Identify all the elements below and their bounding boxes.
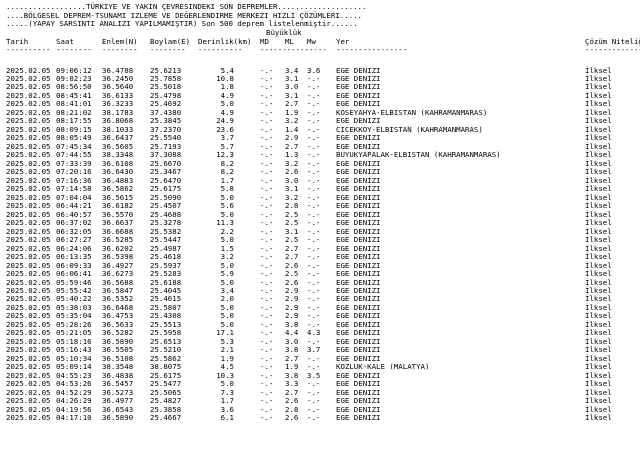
table-row: 2025.02.05 04:19:56 36.6543 25.3858 3.6 -.- 2.… — [0, 405, 640, 415]
table-row: 2025.02.05 06:06:41 36.6273 25.5283 5.9 -.- 2.… — [0, 270, 640, 279]
table-row: 2025.02.05 06:09:33 36.4927 25.5937 5.0 -.- 2.… — [0, 261, 640, 271]
table-row: 2025.02.05 07:33:39 36.6108 25.6670 8.2 -.- 3.… — [0, 159, 640, 169]
table-row: 2025.02.05 04:53:26 36.5457 25.5477 5.0 -.- 3.… — [0, 380, 640, 389]
header-rule-segment: --------------- — [260, 45, 327, 54]
table-row: 2025.02.05 08:09:15 38.1033 37.2370 23.6 -.- 1… — [0, 125, 640, 135]
header-rule-segment: --------------- — [585, 45, 640, 54]
header-rule-segment: ---------------- — [336, 45, 408, 54]
table-row: 2025.02.05 07:16:36 36.4883 25.6470 1.7 -.- 3.… — [0, 176, 640, 186]
table-row: 2025.02.05 04:26:29 36.4977 25.4827 1.7 -.- 2.… — [0, 397, 640, 406]
table-row: 2025.02.05 05:38:03 36.6468 25.5807 5.0 -.- 2.… — [0, 303, 640, 313]
table-row: 2025.02.05 06:32:05 36.6688 25.5382 2.2 -.- 3.… — [0, 227, 640, 237]
magnitude-group-label: Büyüklük — [266, 28, 302, 37]
table-row: 2025.02.05 05:35:04 36.4753 25.4308 5.0 -.- 2.… — [0, 312, 640, 321]
cell-lon: 25.4667 — [150, 413, 182, 423]
table-row: 2025.02.05 09:02:23 36.2450 25.7858 10.8 -.- 3… — [0, 74, 640, 84]
table-row: 2025.02.05 06:27:27 36.5285 25.5447 5.0 -.- 2.… — [0, 236, 640, 245]
cell-ml: 2.6 — [285, 413, 299, 423]
table-row: 2025.02.05 08:05:49 36.6437 25.5540 3.7 -.- 2.… — [0, 134, 640, 143]
header-rule-segment: -------- — [102, 45, 138, 54]
cell-md: -.- — [260, 413, 274, 423]
cell-mw: -.- — [307, 413, 321, 423]
table-row: 2025.02.05 05:59:46 36.5688 25.6188 5.0 -.- 2.… — [0, 278, 640, 288]
table-row: 2025.02.05 09:06:12 36.4788 25.6213 5.4 -.- 3.… — [0, 66, 640, 76]
cell-date: 2025.02.05 — [6, 413, 51, 423]
table-row: 2025.02.05 05:16:43 36.5505 25.5210 2.1 -.- 3.… — [0, 346, 640, 355]
table-row: 2025.02.05 05:28:26 36.5633 25.5513 5.0 -.- 3.… — [0, 320, 640, 330]
table-row: 2025.02.05 06:13:35 36.5398 25.4618 3.2 -.- 2.… — [0, 253, 640, 262]
table-row: 2025.02.05 07:14:58 36.5862 25.6175 5.8 -.- 3.… — [0, 185, 640, 194]
cell-time: 04:17:10 — [56, 413, 92, 423]
earthquake-list-page: ..................TÜRKIYE VE YAKIN ÇEVRE… — [0, 0, 640, 475]
table-row: 2025.02.05 05:09:14 38.3548 38.8075 4.5 -.- 1.… — [0, 363, 640, 372]
table-row: 2025.02.05 08:56:50 36.5640 25.5018 1.8 -.- 3.… — [0, 83, 640, 92]
header-rule-segment: ---------- — [6, 45, 51, 54]
table-row: 2025.02.05 07:45:34 36.5605 25.7193 5.7 -.- 2.… — [0, 142, 640, 152]
table-row: 2025.02.05 06:44:21 36.6182 25.4507 5.6 -.- 2.… — [0, 202, 640, 211]
table-row: 2025.02.05 05:55:42 36.5847 25.4045 3.4 -.- 2.… — [0, 286, 640, 296]
table-row: 2025.02.05 08:21:02 38.1783 37.4380 4.9 -.- 1.… — [0, 108, 640, 118]
table-row: 2025.02.05 04:17:10 36.5890 25.4667 6.1 -.- 2.… — [0, 414, 640, 423]
table-row: 2025.02.05 04:52:29 36.5273 25.5065 7.3 -.- 2.… — [0, 388, 640, 398]
table-row: 2025.02.05 05:21:05 36.5282 25.5958 17.1 -.- 4… — [0, 329, 640, 338]
cell-lat: 36.5890 — [102, 413, 134, 423]
title-line-3: .....(YAPAY SARSINTI ANALIZI YAPILMAMIŞT… — [6, 19, 358, 28]
table-row: 2025.02.05 07:04:04 36.5615 25.5090 5.0 -.- 3.… — [0, 193, 640, 203]
cell-place: EGE DENIZI — [336, 413, 381, 423]
table-row: 2025.02.05 05:18:16 36.5890 25.6513 5.3 -.- 3.… — [0, 337, 640, 347]
table-row: 2025.02.05 05:40:22 36.5352 25.4615 2.0 -.- 2.… — [0, 295, 640, 304]
cell-quality: İlksel — [585, 413, 612, 423]
header-rule-segment: -------- — [150, 45, 186, 54]
table-row: 2025.02.05 07:44:55 38.3348 37.3088 12.3 -.- 1… — [0, 151, 640, 160]
table-row: 2025.02.05 05:10:34 36.5108 25.5862 1.9 -.- 2.… — [0, 354, 640, 364]
table-row: 2025.02.05 08:45:41 36.6133 25.4798 4.9 -.- 3.… — [0, 91, 640, 101]
table-row: 2025.02.05 08:17:55 36.8068 25.3845 24.9 -.- 3… — [0, 117, 640, 126]
table-row: 2025.02.05 04:55:23 36.4838 25.6175 10.3 -.- 3… — [0, 371, 640, 381]
table-row: 2025.02.05 06:40:57 36.5570 25.4688 5.0 -.- 2.… — [0, 210, 640, 220]
cell-depth: 6.1 — [220, 413, 234, 423]
header-rule-segment: -------- — [56, 45, 92, 54]
header-rule-segment: ---------- — [198, 45, 243, 54]
table-row: 2025.02.05 07:20:16 36.6430 25.3467 8.2 -.- 2.… — [0, 168, 640, 177]
table-row: 2025.02.05 06:24:06 36.6202 25.4987 1.5 -.- 2.… — [0, 244, 640, 254]
header-rule-row: ---------- -------- -------- -------- --… — [0, 45, 640, 55]
table-row: 2025.02.05 08:41:01 36.3233 25.4692 5.0 -.- 2.… — [0, 100, 640, 109]
table-row: 2025.02.05 06:37:02 36.6637 25.3278 11.3 -.- 2… — [0, 219, 640, 228]
